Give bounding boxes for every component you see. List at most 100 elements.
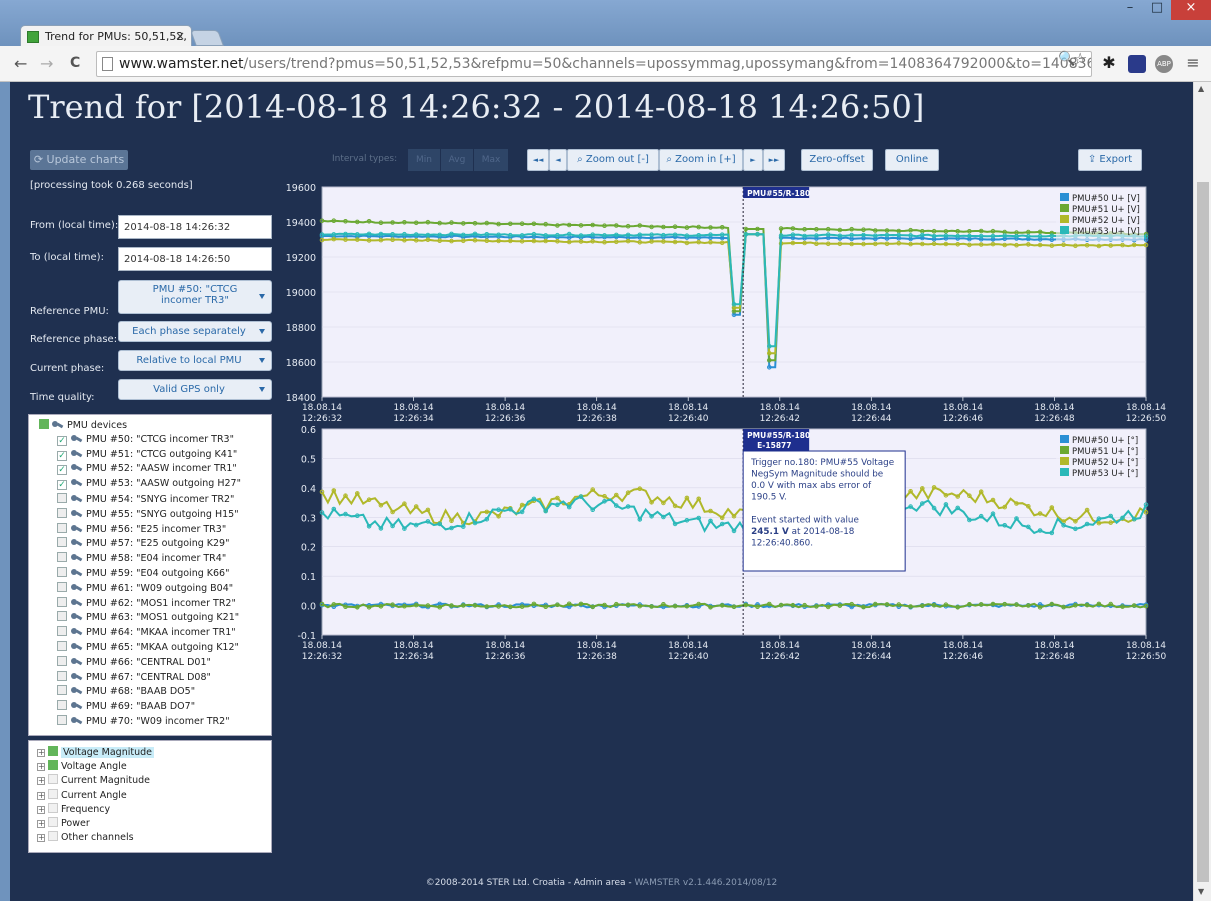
x-tick-time-label: 12:26:32 bbox=[302, 652, 342, 662]
y-tick-label: 18800 bbox=[286, 323, 316, 334]
y-tick-label: 0.0 bbox=[301, 602, 316, 613]
adblock-icon[interactable]: ABP bbox=[1155, 55, 1173, 73]
y-tick-label: 0.2 bbox=[301, 543, 316, 554]
legend-swatch bbox=[1060, 457, 1069, 465]
y-tick-label: 19000 bbox=[286, 288, 316, 299]
legend-entry: PMU#52 U+ [V] bbox=[1072, 216, 1140, 226]
x-tick-time-label: 12:26:38 bbox=[576, 652, 617, 662]
page-content: Trend for [2014-08-18 14:26:32 - 2014-08… bbox=[10, 82, 1193, 901]
address-bar[interactable]: www.wamster.net/users/trend?pmus=50,51,5… bbox=[96, 51, 1092, 77]
y-tick-label: 0.3 bbox=[301, 513, 316, 524]
x-tick-date-label: 18.08.14 bbox=[302, 641, 342, 651]
y-tick-label: 0.4 bbox=[301, 484, 316, 495]
extension-icon[interactable] bbox=[1128, 55, 1146, 73]
event-marker-label: PMU#55/R-180 bbox=[747, 189, 810, 198]
x-tick-date-label: 18.08.14 bbox=[851, 641, 891, 651]
url-domain: www.wamster.net bbox=[119, 56, 244, 72]
x-tick-time-label: 12:26:44 bbox=[851, 414, 892, 424]
new-tab-button[interactable] bbox=[190, 30, 224, 46]
x-tick-time-label: 12:26:40 bbox=[668, 652, 709, 662]
x-tick-time-label: 12:26:34 bbox=[393, 652, 434, 662]
x-tick-date-label: 18.08.14 bbox=[485, 403, 525, 413]
back-button[interactable]: ← bbox=[14, 54, 27, 73]
tooltip-line: 12:26:40.860. bbox=[751, 539, 813, 549]
legend-entry: PMU#50 U+ [°] bbox=[1072, 436, 1138, 446]
x-tick-date-label: 18.08.14 bbox=[1126, 641, 1166, 651]
minimize-button[interactable]: – bbox=[1117, 0, 1143, 20]
legend-swatch bbox=[1060, 226, 1069, 234]
url-path: /users/trend?pmus=50,51,52,53&refpmu=50&… bbox=[243, 56, 1092, 72]
legend-swatch bbox=[1060, 435, 1069, 443]
tooltip-line: Event started with value bbox=[751, 516, 859, 526]
x-tick-time-label: 12:26:46 bbox=[943, 652, 984, 662]
page-scrollbar[interactable]: ▲ ▼ bbox=[1193, 82, 1211, 901]
browser-window: Trend for PMUs: 50,51,52, × – □ × ← → C … bbox=[0, 0, 1211, 901]
legend-entry: PMU#53 U+ [°] bbox=[1072, 469, 1138, 479]
x-tick-date-label: 18.08.14 bbox=[1034, 641, 1074, 651]
footer-copyright: ©2008-2014 STER Ltd. Croatia - Admin are… bbox=[425, 878, 635, 888]
tab-title: Trend for PMUs: 50,51,52, bbox=[45, 30, 187, 43]
settings-gear-icon[interactable]: ✱ bbox=[1100, 55, 1118, 73]
x-tick-date-label: 18.08.14 bbox=[394, 641, 434, 651]
y-tick-label: 19200 bbox=[286, 253, 316, 264]
x-tick-time-label: 12:26:36 bbox=[485, 652, 526, 662]
x-tick-time-label: 12:26:48 bbox=[1034, 652, 1075, 662]
x-tick-date-label: 18.08.14 bbox=[302, 403, 342, 413]
close-window-button[interactable]: × bbox=[1171, 0, 1211, 20]
legend-entry: PMU#53 U+ [V] bbox=[1072, 227, 1140, 237]
tooltip-date: at 2014-08-18 bbox=[789, 527, 855, 537]
tooltip-value: 245.1 V bbox=[751, 527, 789, 537]
y-tick-label: 19400 bbox=[286, 218, 316, 229]
tooltip-line: 190.5 V. bbox=[751, 493, 787, 503]
legend-swatch bbox=[1060, 468, 1069, 476]
scrollbar-thumb[interactable] bbox=[1197, 182, 1209, 882]
x-tick-date-label: 18.08.14 bbox=[668, 641, 708, 651]
scroll-up-icon[interactable]: ▲ bbox=[1198, 84, 1204, 93]
tooltip-line: 245.1 V at 2014-08-18 bbox=[751, 527, 854, 537]
tab-strip: Trend for PMUs: 50,51,52, × – □ × bbox=[0, 0, 1211, 47]
tab-close-icon[interactable]: × bbox=[175, 29, 185, 43]
legend-entry: PMU#52 U+ [°] bbox=[1072, 458, 1138, 468]
bookmark-star-icon[interactable]: ☆ bbox=[1073, 49, 1087, 68]
x-tick-time-label: 12:26:40 bbox=[668, 414, 709, 424]
browser-tab[interactable]: Trend for PMUs: 50,51,52, × bbox=[20, 25, 192, 47]
tooltip-line: Trigger no.180: PMU#55 Voltage bbox=[750, 458, 894, 468]
x-tick-time-label: 12:26:34 bbox=[393, 414, 434, 424]
legend-swatch bbox=[1060, 193, 1069, 201]
legend-swatch bbox=[1060, 204, 1069, 212]
x-tick-date-label: 18.08.14 bbox=[668, 403, 708, 413]
x-tick-date-label: 18.08.14 bbox=[943, 641, 983, 651]
x-tick-date-label: 18.08.14 bbox=[485, 641, 525, 651]
browser-toolbar: ← → C www.wamster.net/users/trend?pmus=5… bbox=[0, 46, 1211, 82]
y-tick-label: 0.1 bbox=[301, 572, 316, 583]
page-icon bbox=[102, 57, 113, 71]
forward-button[interactable]: → bbox=[40, 54, 53, 73]
reload-button[interactable]: C bbox=[70, 55, 80, 71]
x-tick-time-label: 12:26:44 bbox=[851, 652, 892, 662]
x-tick-time-label: 12:26:42 bbox=[760, 652, 800, 662]
footer: ©2008-2014 STER Ltd. Croatia - Admin are… bbox=[10, 878, 1193, 888]
x-tick-time-label: 12:26:50 bbox=[1126, 652, 1167, 662]
x-tick-date-label: 18.08.14 bbox=[760, 403, 800, 413]
legend-entry: PMU#51 U+ [°] bbox=[1072, 447, 1138, 457]
favicon-icon bbox=[27, 31, 39, 43]
y-tick-label: 19600 bbox=[286, 183, 316, 194]
footer-version: WAMSTER v2.1.446.2014/08/12 bbox=[634, 878, 778, 888]
x-tick-time-label: 12:26:48 bbox=[1034, 414, 1075, 424]
maximize-button[interactable]: □ bbox=[1144, 0, 1170, 20]
browser-menu-icon[interactable]: ≡ bbox=[1184, 55, 1202, 73]
x-tick-time-label: 12:26:36 bbox=[485, 414, 526, 424]
x-tick-date-label: 18.08.14 bbox=[394, 403, 434, 413]
x-tick-date-label: 18.08.14 bbox=[760, 641, 800, 651]
legend-swatch bbox=[1060, 446, 1069, 454]
x-tick-time-label: 12:26:50 bbox=[1126, 414, 1167, 424]
event-marker-sublabel: E-15877 bbox=[757, 441, 791, 450]
x-tick-date-label: 18.08.14 bbox=[943, 403, 983, 413]
scroll-down-icon[interactable]: ▼ bbox=[1198, 887, 1204, 896]
tooltip-line: NegSym Magnitude should be bbox=[751, 470, 883, 480]
x-tick-date-label: 18.08.14 bbox=[1034, 403, 1074, 413]
x-tick-time-label: 12:26:32 bbox=[302, 414, 342, 424]
x-tick-date-label: 18.08.14 bbox=[1126, 403, 1166, 413]
x-tick-date-label: 18.08.14 bbox=[577, 641, 617, 651]
tooltip-line: 0.0 V with max abs error of bbox=[751, 481, 872, 491]
